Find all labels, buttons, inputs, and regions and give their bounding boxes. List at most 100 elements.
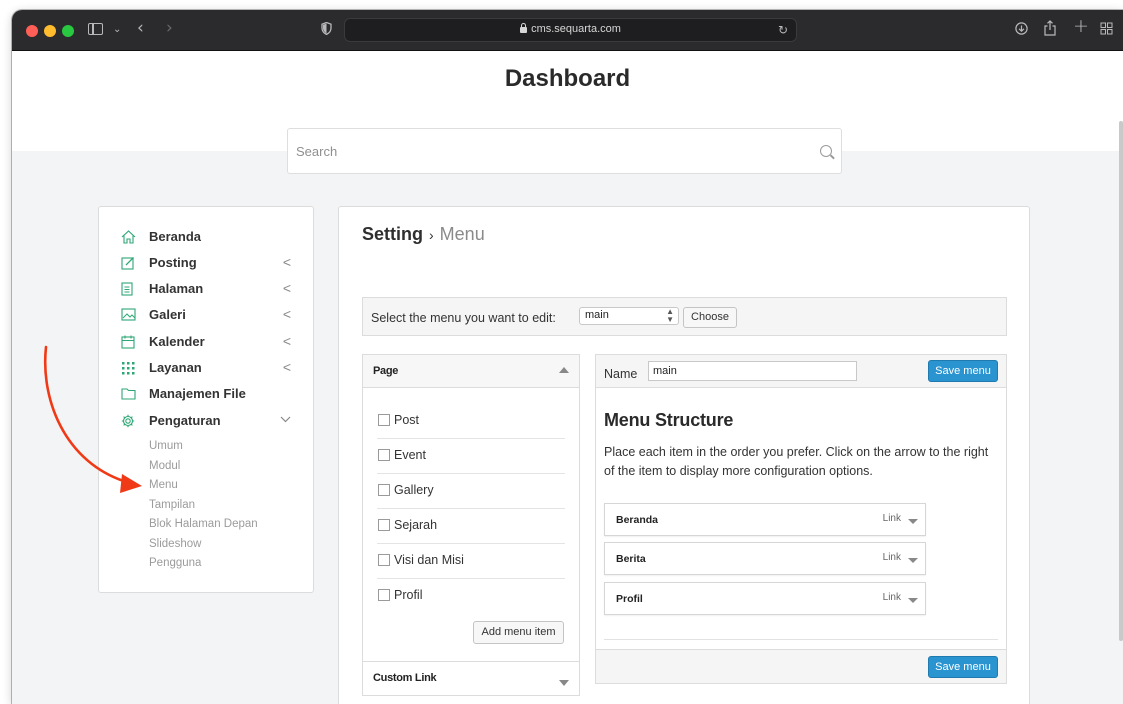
subnav-item-pengguna[interactable]: Pengguna xyxy=(149,557,201,569)
subnav-item-blok-halaman-depan[interactable]: Blok Halaman Depan xyxy=(149,518,258,530)
subnav-item-modul[interactable]: Modul xyxy=(149,460,180,472)
menu-item[interactable]: Profil Link xyxy=(604,582,926,615)
custom-link-title: Custom Link xyxy=(373,672,437,684)
url-text: cms.sequarta.com xyxy=(531,23,621,35)
sidebar-item-beranda[interactable]: Beranda xyxy=(121,227,291,249)
page-items-panel: Page Post Event Gallery Sejarah Visi dan… xyxy=(362,354,580,696)
sidebar-toggle-icon[interactable] xyxy=(88,23,103,35)
subnav-item-menu[interactable]: Menu xyxy=(149,479,178,491)
lock-icon xyxy=(520,23,528,33)
download-icon[interactable] xyxy=(1015,22,1028,38)
browser-window: ⌄ ‹ › cms.sequarta.com ↻ + Dashboard Sea… xyxy=(12,10,1123,704)
new-tab-icon[interactable]: + xyxy=(1073,17,1089,36)
chevron-left-icon[interactable]: < xyxy=(283,359,291,375)
menu-item[interactable]: Berita Link xyxy=(604,542,926,575)
main-panel: Setting › Menu Select the menu you want to… xyxy=(338,206,1030,704)
collapse-up-icon[interactable] xyxy=(559,367,569,373)
sidebar-item-label: Posting xyxy=(149,255,197,270)
annotation-arrow xyxy=(43,345,142,493)
edit-icon xyxy=(121,256,135,270)
menu-item[interactable]: Beranda Link xyxy=(604,503,926,536)
menu-structure-panel: Name Save menu Menu Structure Place each… xyxy=(595,354,1007,684)
page-item-label: Visi dan Misi xyxy=(394,553,464,567)
chevron-left-icon[interactable]: < xyxy=(283,254,291,270)
divider xyxy=(604,639,998,640)
save-menu-button[interactable]: Save menu xyxy=(928,360,998,382)
subnav-item-slideshow[interactable]: Slideshow xyxy=(149,538,201,550)
menu-item-title: Profil xyxy=(616,593,643,605)
subnav-item-tampilan[interactable]: Tampilan xyxy=(149,499,195,511)
menu-name-header: Name Save menu xyxy=(596,355,1006,388)
search-input[interactable] xyxy=(288,129,841,173)
page-panel-title: Page xyxy=(373,365,399,377)
chevron-left-icon[interactable]: < xyxy=(283,306,291,322)
checkbox[interactable] xyxy=(378,554,390,566)
checkbox[interactable] xyxy=(378,589,390,601)
breadcrumb-current: Menu xyxy=(439,224,485,244)
share-icon[interactable] xyxy=(1044,20,1056,39)
checkbox[interactable] xyxy=(378,484,390,496)
chevron-down-icon[interactable] xyxy=(280,414,291,426)
expand-down-icon[interactable] xyxy=(559,680,569,686)
page-item-row[interactable]: Gallery xyxy=(377,474,565,509)
checkbox[interactable] xyxy=(378,414,390,426)
home-icon xyxy=(121,230,136,244)
address-bar[interactable]: cms.sequarta.com ↻ xyxy=(344,18,797,42)
browser-toolbar: ⌄ ‹ › cms.sequarta.com ↻ + xyxy=(12,10,1123,51)
page-item-row[interactable]: Sejarah xyxy=(377,509,565,544)
sidebar-item-halaman[interactable]: Halaman < xyxy=(121,279,291,301)
sidebar-item-label: Manajemen File xyxy=(149,386,246,401)
sidebar-item-label: Halaman xyxy=(149,281,204,296)
page-item-label: Post xyxy=(394,413,420,427)
subnav-item-umum[interactable]: Umum xyxy=(149,440,183,452)
page-item-row[interactable]: Profil xyxy=(377,579,565,614)
select-arrows-icon: ▲ ▼ xyxy=(666,307,674,324)
expand-arrow-icon[interactable] xyxy=(908,558,918,563)
zoom-window-button[interactable] xyxy=(62,25,74,37)
forward-icon[interactable]: › xyxy=(166,20,173,37)
sidebar-item-label: Beranda xyxy=(149,229,202,244)
menu-name-field[interactable] xyxy=(648,361,857,381)
sidebar-item-label: Layanan xyxy=(149,360,202,375)
expand-arrow-icon[interactable] xyxy=(908,598,918,603)
sidebar-item-label: Pengaturan xyxy=(149,413,221,428)
back-icon[interactable]: ‹ xyxy=(137,20,144,37)
menu-item-title: Berita xyxy=(616,553,646,565)
page-item-row[interactable]: Event xyxy=(377,439,565,474)
reload-icon[interactable]: ↻ xyxy=(778,23,788,37)
page-panel-header[interactable]: Page xyxy=(363,355,579,388)
breadcrumb-section[interactable]: Setting xyxy=(362,224,423,244)
chevron-down-icon[interactable]: ⌄ xyxy=(113,23,121,37)
page-item-label: Sejarah xyxy=(394,518,438,532)
page-item-row[interactable]: Post xyxy=(377,404,565,439)
menu-name-label: Name xyxy=(604,367,638,381)
chevron-left-icon[interactable]: < xyxy=(283,280,291,296)
menu-select-dropdown[interactable]: main ▲ ▼ xyxy=(579,307,679,325)
save-menu-button-bottom[interactable]: Save menu xyxy=(928,656,998,678)
shield-icon[interactable] xyxy=(321,21,332,38)
sidebar-item-label: Galeri xyxy=(149,307,186,322)
menu-structure-footer: Save menu xyxy=(596,649,1006,683)
page-item-row[interactable]: Visi dan Misi xyxy=(377,544,565,579)
breadcrumb: Setting › Menu xyxy=(362,224,485,245)
minimize-window-button[interactable] xyxy=(44,25,56,37)
add-menu-item-button[interactable]: Add menu item xyxy=(473,621,564,644)
tab-overview-icon[interactable] xyxy=(1100,22,1113,38)
sidebar-item-posting[interactable]: Posting < xyxy=(121,253,291,275)
page-content: Dashboard Beranda Posting < Halaman < xyxy=(12,51,1123,704)
custom-link-header[interactable]: Custom Link xyxy=(363,661,579,695)
search-icon[interactable] xyxy=(820,145,832,157)
choose-button[interactable]: Choose xyxy=(683,307,737,328)
page-title: Dashboard xyxy=(504,65,631,92)
checkbox[interactable] xyxy=(378,519,390,531)
close-window-button[interactable] xyxy=(26,25,38,37)
sidebar-item-galeri[interactable]: Galeri < xyxy=(121,305,291,327)
menu-item-type: Link xyxy=(882,552,901,563)
checkbox[interactable] xyxy=(378,449,390,461)
image-icon xyxy=(121,308,136,322)
page-scrollbar[interactable] xyxy=(1119,121,1123,641)
expand-arrow-icon[interactable] xyxy=(908,519,918,524)
menu-select-value: main xyxy=(585,309,609,321)
menu-select-bar: Select the menu you want to edit: main ▲… xyxy=(362,297,1007,336)
chevron-left-icon[interactable]: < xyxy=(283,333,291,349)
